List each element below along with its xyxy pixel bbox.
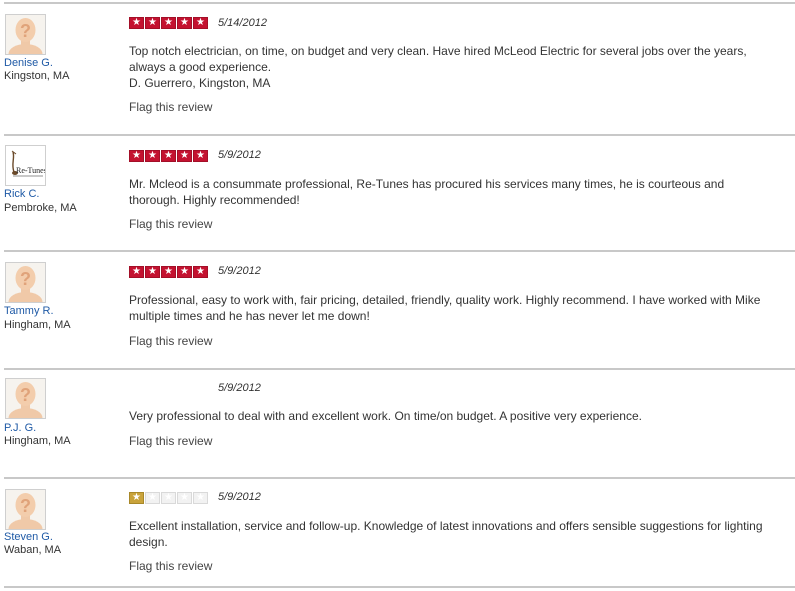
reviewer-location: Hingham, MA [4,435,71,447]
reviewer-name[interactable]: Rick C. [4,188,39,200]
review-text-line: Very professional to deal with and excel… [129,409,642,423]
star-filled-icon: ★ [193,266,208,278]
star-filled-icon: ★ [161,266,176,278]
default-person-icon: ? [5,14,46,55]
flag-review-link[interactable]: Flag this review [129,100,212,114]
star-filled-icon: ★ [129,17,144,29]
star-filled-icon: ★ [161,150,176,162]
default-person-icon: ? [5,378,46,419]
star-filled-icon: ★ [177,266,192,278]
review-text-line: Mr. Mcleod is a consummate professional,… [129,177,725,191]
svg-text:?: ? [20,385,31,405]
reviewer-name[interactable]: P.J. G. [4,422,36,434]
flag-review-link[interactable]: Flag this review [129,434,212,448]
review-separator [4,368,795,370]
default-person-icon: ? [5,489,46,530]
reviewer-name[interactable]: Tammy R. [4,305,54,317]
re-tunes-logo: Re-Tunes [5,145,46,186]
review-text: Very professional to deal with and excel… [129,408,769,424]
svg-text:?: ? [20,21,31,41]
flag-review-link[interactable]: Flag this review [129,217,212,231]
star-filled-icon: ★ [145,17,160,29]
star-filled-icon: ★ [145,150,160,162]
star-rating: ★ ★ ★ ★ ★ [129,266,208,278]
star-filled-icon: ★ [129,492,144,504]
review-separator [4,586,795,588]
star-filled-icon: ★ [177,150,192,162]
review-text-line: multiple times and he has never let me d… [129,309,370,323]
review-date: 5/9/2012 [218,491,261,503]
reviewer-name[interactable]: Denise G. [4,57,53,69]
review-text: Top notch electrician, on time, on budge… [129,43,769,91]
star-empty-icon: ★ [177,492,192,504]
star-filled-icon: ★ [193,150,208,162]
review-text-line: design. [129,535,168,549]
svg-text:?: ? [20,496,31,516]
review-date: 5/14/2012 [218,17,267,29]
review-text-line: Top notch electrician, on time, on budge… [129,44,747,58]
review-text-line: Professional, easy to work with, fair pr… [129,293,761,307]
review-text: Professional, easy to work with, fair pr… [129,292,769,324]
reviewer-location: Pembroke, MA [4,202,77,214]
star-rating: ★ ★ ★ ★ ★ [129,17,208,29]
star-rating: ★ ★ ★ ★ ★ [129,150,208,162]
review-text: Mr. Mcleod is a consummate professional,… [129,176,769,208]
star-empty-icon: ★ [145,492,160,504]
avatar-logo-text: Re-Tunes [16,166,46,175]
reviewer-name[interactable]: Steven G. [4,531,53,543]
review-separator [4,250,795,252]
review-separator [4,2,795,4]
review-text-line: thorough. Highly recommended! [129,193,300,207]
star-filled-icon: ★ [129,266,144,278]
star-filled-icon: ★ [145,266,160,278]
review-text-line: Excellent installation, service and foll… [129,519,763,533]
star-filled-icon: ★ [129,150,144,162]
reviewer-location: Kingston, MA [4,70,70,82]
svg-text:?: ? [20,269,31,289]
review-text-line: always a good experience. [129,60,272,74]
reviewer-location: Hingham, MA [4,319,71,331]
star-filled-icon: ★ [177,17,192,29]
flag-review-link[interactable]: Flag this review [129,559,212,573]
star-empty-icon: ★ [193,492,208,504]
star-empty-icon: ★ [161,492,176,504]
default-person-icon: ? [5,262,46,303]
review-date: 5/9/2012 [218,149,261,161]
star-rating: ★ ★ ★ ★ ★ [129,492,208,504]
reviewer-location: Waban, MA [4,544,62,556]
star-filled-icon: ★ [161,17,176,29]
review-text: Excellent installation, service and foll… [129,518,769,550]
review-date: 5/9/2012 [218,265,261,277]
review-separator [4,134,795,136]
review-separator [4,477,795,479]
star-filled-icon: ★ [193,17,208,29]
flag-review-link[interactable]: Flag this review [129,334,212,348]
review-date: 5/9/2012 [218,382,261,394]
review-text-line: D. Guerrero, Kingston, MA [129,76,271,90]
